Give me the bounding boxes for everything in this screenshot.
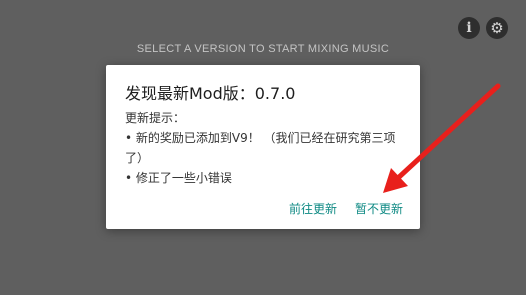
dialog-body: 更新提示： • 新的奖励已添加到V9！ （我们已经在研究第三项了） • 修正了一… — [125, 108, 407, 188]
update-notes-heading: 更新提示： — [125, 111, 186, 125]
update-note-item: • 新的奖励已添加到V9！ （我们已经在研究第三项了） — [125, 131, 396, 165]
gear-icon[interactable]: ⚙ — [486, 17, 508, 39]
version-select-prompt: SELECT A VERSION TO START MIXING MUSIC — [136, 43, 390, 55]
app-screen: SELECT A VERSION TO START MIXING MUSIC i… — [0, 0, 526, 295]
dialog-title: 发现最新Mod版：0.7.0 — [125, 84, 296, 103]
not-now-button[interactable]: 暂不更新 — [355, 200, 403, 217]
update-dialog: 发现最新Mod版：0.7.0 更新提示： • 新的奖励已添加到V9！ （我们已经… — [106, 65, 420, 229]
go-update-button[interactable]: 前往更新 — [289, 200, 337, 217]
update-note-item: • 修正了一些小错误 — [125, 171, 232, 185]
info-icon[interactable]: i — [458, 17, 480, 39]
